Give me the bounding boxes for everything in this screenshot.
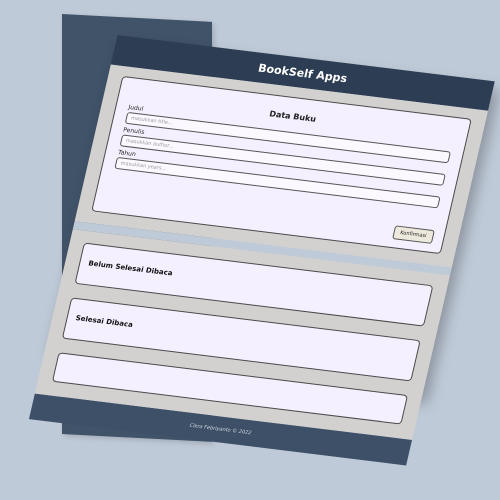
shelf-unread-title: Belum Selesai Dibaca <box>87 259 174 278</box>
app-title: BookSelf Apps <box>256 61 349 85</box>
book-form: Data Buku Judul Penulis Tahun Konfirmasi <box>91 75 472 255</box>
submit-button[interactable]: Konfirmasi <box>391 225 435 244</box>
footer-text: Cikra Febriyanto © 2022 <box>188 422 252 437</box>
app-window: BookSelf Apps Data Buku Judul Penulis Ta… <box>28 35 495 466</box>
shelf-read-title: Selesai Dibaca <box>74 314 134 330</box>
